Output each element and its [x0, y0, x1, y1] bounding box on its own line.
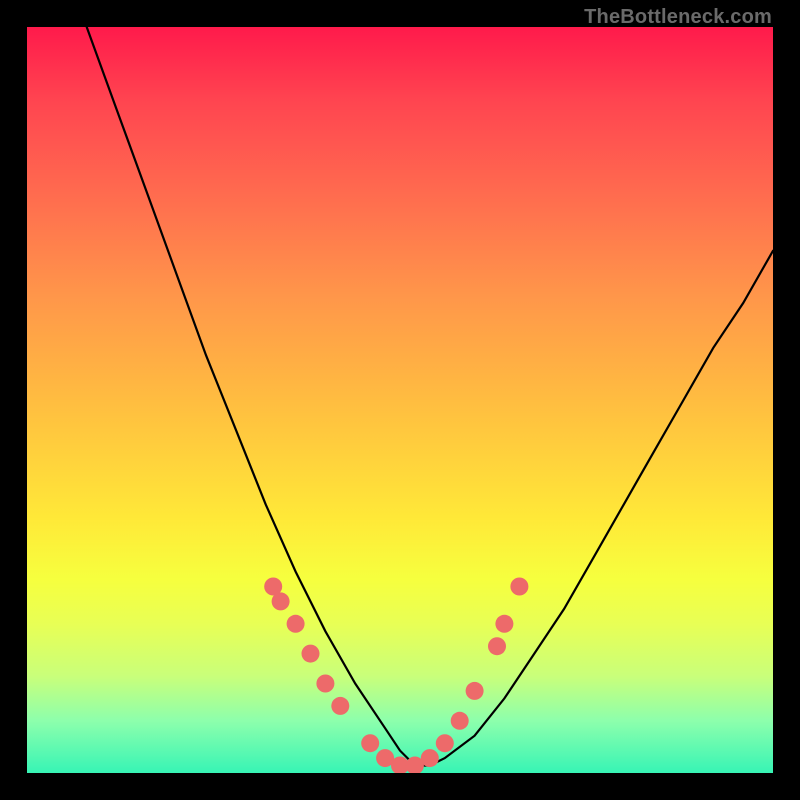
curve-layer	[27, 27, 773, 773]
highlight-dot	[466, 682, 484, 700]
highlight-dot	[361, 734, 379, 752]
highlight-dot	[272, 592, 290, 610]
highlight-dot	[436, 734, 454, 752]
highlight-dot	[331, 697, 349, 715]
plot-area	[27, 27, 773, 773]
highlight-dot	[316, 675, 334, 693]
highlight-dot	[287, 615, 305, 633]
bottleneck-curve	[87, 27, 773, 766]
chart-frame: TheBottleneck.com	[0, 0, 800, 800]
highlight-dot	[510, 578, 528, 596]
attribution-text: TheBottleneck.com	[584, 6, 772, 29]
highlight-dot	[488, 637, 506, 655]
highlight-dot	[421, 749, 439, 767]
highlight-dot	[495, 615, 513, 633]
highlight-dot	[302, 645, 320, 663]
highlight-dot	[451, 712, 469, 730]
